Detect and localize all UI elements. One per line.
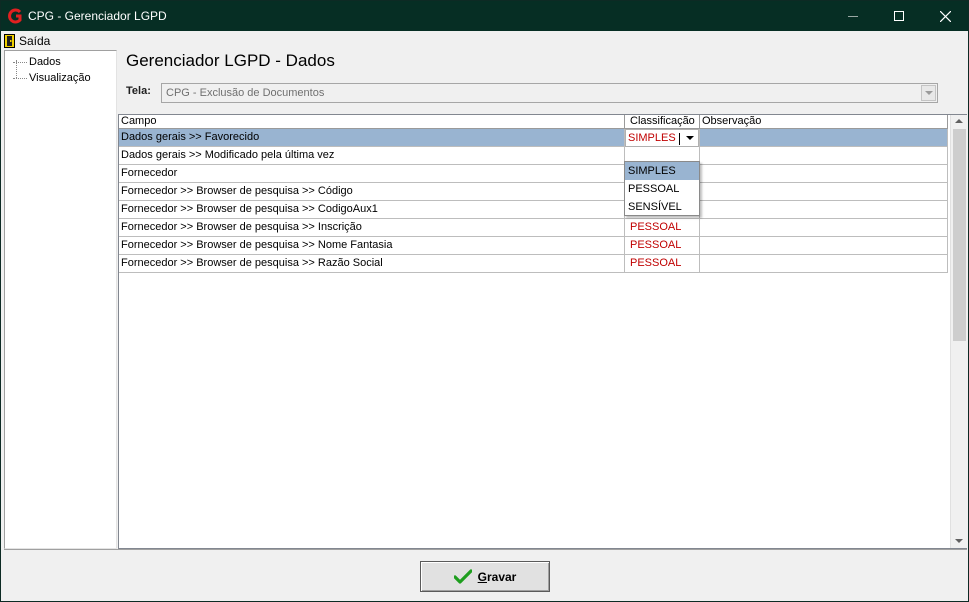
column-header-observacao[interactable]: Observação: [700, 115, 948, 129]
footer-bar: Gravar: [4, 549, 967, 599]
tree-branch-line: [13, 77, 27, 79]
tree-branch-line: [13, 61, 27, 63]
column-header-classificacao[interactable]: Classificação: [625, 115, 700, 129]
classification-editor-value: SIMPLES: [628, 132, 676, 144]
column-header-campo[interactable]: Campo: [119, 115, 625, 129]
dropdown-option-pessoal[interactable]: PESSOAL: [625, 180, 699, 198]
cell-campo[interactable]: Fornecedor >> Browser de pesquisa >> Cód…: [119, 183, 625, 201]
tela-select[interactable]: CPG - Exclusão de Documentos: [161, 83, 938, 103]
dropdown-option-sensivel[interactable]: SENSÍVEL: [625, 198, 699, 216]
table-row[interactable]: Dados gerais >> Modificado pela última v…: [119, 147, 948, 165]
chevron-down-icon: [686, 136, 694, 140]
cell-observacao[interactable]: [700, 237, 948, 255]
vertical-scrollbar[interactable]: [950, 115, 967, 548]
tree-item-label: Visualização: [29, 72, 91, 84]
tree-item-visualizacao[interactable]: Visualização: [13, 70, 91, 86]
cell-observacao[interactable]: [700, 219, 948, 237]
cell-observacao[interactable]: [700, 255, 948, 273]
cell-campo[interactable]: Dados gerais >> Favorecido: [119, 129, 625, 147]
classification-editor[interactable]: SIMPLES: [625, 129, 699, 147]
minimize-icon: [848, 15, 858, 17]
cell-observacao[interactable]: [700, 183, 948, 201]
text-caret: [679, 133, 680, 145]
main-panel: Gerenciador LGPD - Dados Tela: CPG - Exc…: [118, 50, 968, 549]
exit-door-icon: [4, 33, 15, 48]
table-row[interactable]: Fornecedor >> Browser de pesquisa >> Cod…: [119, 201, 948, 219]
cell-campo[interactable]: Fornecedor >> Browser de pesquisa >> Raz…: [119, 255, 625, 273]
cell-classificacao[interactable]: PESSOAL: [625, 255, 700, 273]
application-window: CPG - Gerenciador LGPD Saída Dados Visua…: [0, 0, 969, 602]
table-row[interactable]: Fornecedor >> Browser de pesquisa >> Cód…: [119, 183, 948, 201]
cell-campo[interactable]: Fornecedor >> Browser de pesquisa >> Cod…: [119, 201, 625, 219]
tela-select-value: CPG - Exclusão de Documentos: [166, 87, 325, 99]
title-bar[interactable]: CPG - Gerenciador LGPD: [1, 1, 968, 31]
save-mnemonic: G: [477, 569, 487, 584]
scroll-thumb[interactable]: [953, 129, 966, 341]
exit-label: Saída: [19, 33, 51, 48]
data-grid: Campo Classificação Observação Dados ger…: [118, 114, 967, 549]
save-label-rest: ravar: [486, 569, 517, 584]
close-icon: [939, 10, 951, 22]
maximize-button[interactable]: [876, 1, 922, 31]
cell-campo[interactable]: Fornecedor >> Browser de pesquisa >> Ins…: [119, 219, 625, 237]
table-row[interactable]: Fornecedor >> Browser de pesquisa >> Raz…: [119, 255, 948, 273]
dropdown-option-simples[interactable]: SIMPLES: [625, 162, 699, 180]
cpg-logo-icon: [8, 8, 22, 24]
tela-label: Tela:: [126, 85, 151, 97]
save-button[interactable]: Gravar: [420, 561, 550, 592]
checkmark-icon: [453, 568, 472, 584]
scroll-down-icon[interactable]: [955, 539, 963, 543]
tree-item-label: Dados: [29, 56, 61, 68]
cell-campo[interactable]: Fornecedor >> Browser de pesquisa >> Nom…: [119, 237, 625, 255]
cell-campo[interactable]: Fornecedor: [119, 165, 625, 183]
page-title: Gerenciador LGPD - Dados: [126, 51, 335, 70]
minimize-button[interactable]: [830, 1, 876, 31]
table-row[interactable]: Fornecedor >> Browser de pesquisa >> Ins…: [119, 219, 948, 237]
cell-campo[interactable]: Dados gerais >> Modificado pela última v…: [119, 147, 625, 165]
table-row[interactable]: Fornecedor: [119, 165, 948, 183]
cell-classificacao[interactable]: PESSOAL: [625, 219, 700, 237]
chevron-down-icon: [924, 91, 933, 95]
cell-observacao[interactable]: [700, 147, 948, 165]
cell-observacao[interactable]: [700, 165, 948, 183]
maximize-icon: [894, 11, 904, 21]
menu-bar: Saída: [1, 31, 968, 50]
grid-header: Campo Classificação Observação: [119, 115, 948, 129]
tela-dropdown-button[interactable]: [921, 85, 936, 101]
classification-dropdown-list: SIMPLES PESSOAL SENSÍVEL: [624, 161, 700, 216]
save-button-label: Gravar: [478, 570, 517, 584]
navigation-tree: Dados Visualização: [4, 50, 117, 549]
table-row[interactable]: Fornecedor >> Browser de pesquisa >> Nom…: [119, 237, 948, 255]
cell-observacao[interactable]: [700, 201, 948, 219]
window-title: CPG - Gerenciador LGPD: [28, 9, 167, 23]
cell-classificacao[interactable]: PESSOAL: [625, 237, 700, 255]
table-row[interactable]: Dados gerais >> Favorecido SIMPLES: [119, 129, 948, 147]
close-button[interactable]: [922, 1, 968, 31]
tree-item-dados[interactable]: Dados: [13, 54, 61, 70]
cell-observacao[interactable]: [700, 129, 948, 147]
scroll-up-icon[interactable]: [955, 119, 963, 123]
exit-menu-item[interactable]: Saída: [4, 32, 50, 49]
classification-dropdown-button[interactable]: [682, 130, 698, 146]
